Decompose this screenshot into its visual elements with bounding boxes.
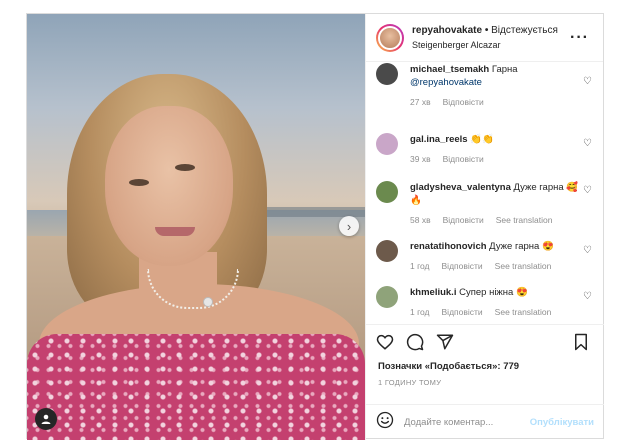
separator-dot: • xyxy=(484,24,489,36)
reply-button[interactable]: Відповісти xyxy=(442,306,483,319)
comment-meta: 27 хв Відповісти xyxy=(410,96,580,109)
comment-item: gal.ina_reels 👏👏 39 хв Відповісти xyxy=(376,133,602,166)
publish-button[interactable]: Опублікувати xyxy=(530,417,594,428)
comment-meta: 1 год Відповісти See translation xyxy=(410,260,580,273)
comment-username[interactable]: renatatihonovich xyxy=(410,241,487,252)
comment-username[interactable]: khmeliuk.i xyxy=(410,287,456,298)
comment-avatar[interactable] xyxy=(376,286,398,308)
author-username[interactable]: repyahovakate xyxy=(412,25,482,36)
comment-text-line: renatatihonovich Дуже гарна 😍 xyxy=(410,240,580,253)
like-comment-button[interactable]: ♡ xyxy=(583,76,592,87)
comment-time: 39 хв xyxy=(410,154,431,164)
tagged-users-button[interactable] xyxy=(35,408,57,430)
like-comment-button[interactable]: ♡ xyxy=(583,185,592,196)
user-tag-icon xyxy=(41,414,51,424)
likes-count[interactable]: Позначки «Подобається»: 779 xyxy=(378,361,519,372)
comment-body: gladysheva_valentyna Дуже гарна 🥰🔥 58 хв… xyxy=(410,181,580,227)
post-card: › repyahovakate • Відстежується Steigenb… xyxy=(26,13,604,440)
comment-time: 58 хв xyxy=(410,215,431,225)
author-line: repyahovakate • Відстежується xyxy=(412,24,558,38)
like-comment-button[interactable]: ♡ xyxy=(583,138,592,149)
emoji-icon[interactable] xyxy=(376,411,394,434)
comment-username[interactable]: gal.ina_reels xyxy=(410,134,468,145)
comment-body: khmeliuk.i Супер ніжна 😍 1 год Відповіст… xyxy=(410,286,580,319)
comment-mention[interactable]: @repyahovakate xyxy=(410,77,482,88)
comment-avatar[interactable] xyxy=(376,133,398,155)
comment-time: 1 год xyxy=(410,261,430,271)
comment-body: renatatihonovich Дуже гарна 😍 1 год Відп… xyxy=(410,240,580,273)
comment-meta: 58 хв Відповісти See translation xyxy=(410,214,580,227)
post-time: 1 ГОДИНУ ТОМУ xyxy=(378,378,442,387)
comment-username[interactable]: michael_tsemakh xyxy=(410,64,489,75)
comment-username[interactable]: gladysheva_valentyna xyxy=(410,182,511,193)
reply-button[interactable]: Відповісти xyxy=(442,260,483,273)
heart-outline-icon: ♡ xyxy=(583,291,592,302)
comment-item: khmeliuk.i Супер ніжна 😍 1 год Відповіст… xyxy=(376,286,602,319)
bookmark-icon[interactable] xyxy=(572,333,590,351)
comment-text-line: gal.ina_reels 👏👏 xyxy=(410,133,580,146)
more-options-button[interactable]: ··· xyxy=(570,29,589,47)
comment-meta: 39 хв Відповісти xyxy=(410,153,580,166)
comment-item: gladysheva_valentyna Дуже гарна 🥰🔥 58 хв… xyxy=(376,181,602,227)
post-photo[interactable]: › xyxy=(27,14,365,440)
comments-list[interactable]: michael_tsemakh Гарна @repyahovakate 27 … xyxy=(366,63,604,321)
location-link[interactable]: Steigenberger Alcazar xyxy=(412,38,558,52)
post-actions xyxy=(366,324,604,354)
comment-avatar[interactable] xyxy=(376,63,398,85)
post-sidebar: repyahovakate • Відстежується Steigenber… xyxy=(365,14,604,440)
heart-outline-icon: ♡ xyxy=(583,138,592,149)
photo-face xyxy=(105,106,233,266)
author-info: repyahovakate • Відстежується Steigenber… xyxy=(412,24,558,52)
like-comment-button[interactable]: ♡ xyxy=(583,291,592,302)
comment-text: Супер ніжна 😍 xyxy=(456,287,528,298)
heart-outline-icon: ♡ xyxy=(583,185,592,196)
comment-time: 1 год xyxy=(410,307,430,317)
comment-item: renatatihonovich Дуже гарна 😍 1 год Відп… xyxy=(376,240,602,273)
photo-floral-top xyxy=(27,334,365,440)
photo-pendant xyxy=(203,297,213,307)
comment-icon[interactable] xyxy=(406,333,424,351)
see-translation-button[interactable]: See translation xyxy=(496,214,553,227)
comment-avatar[interactable] xyxy=(376,181,398,203)
comment-text-line: michael_tsemakh Гарна @repyahovakate xyxy=(410,63,580,89)
photo-eye-right xyxy=(175,164,195,171)
more-horizontal-icon: ··· xyxy=(570,29,589,46)
comment-input[interactable]: Додайте коментар... xyxy=(404,417,530,428)
comment-body: gal.ina_reels 👏👏 39 хв Відповісти xyxy=(410,133,580,166)
like-comment-button[interactable]: ♡ xyxy=(583,245,592,256)
photo-mouth xyxy=(155,227,195,236)
add-comment-bar: Додайте коментар... Опублікувати xyxy=(366,404,604,440)
reply-button[interactable]: Відповісти xyxy=(443,214,484,227)
comment-time: 27 хв xyxy=(410,97,431,107)
follow-status-button[interactable]: Відстежується xyxy=(491,25,558,36)
comment-body: michael_tsemakh Гарна @repyahovakate 27 … xyxy=(410,63,580,109)
comment-avatar[interactable] xyxy=(376,240,398,262)
see-translation-button[interactable]: See translation xyxy=(495,306,552,319)
next-photo-button[interactable]: › xyxy=(339,216,359,236)
comment-text: Дуже гарна 😍 xyxy=(486,241,554,252)
comment-text-line: gladysheva_valentyna Дуже гарна 🥰🔥 xyxy=(410,181,580,207)
avatar-image xyxy=(378,25,402,50)
comment-text: 👏👏 xyxy=(467,134,494,145)
share-icon[interactable] xyxy=(436,333,454,351)
comment-text-line: khmeliuk.i Супер ніжна 😍 xyxy=(410,286,580,299)
heart-outline-icon: ♡ xyxy=(583,76,592,87)
reply-button[interactable]: Відповісти xyxy=(443,153,484,166)
see-translation-button[interactable]: See translation xyxy=(495,260,552,273)
comment-meta: 1 год Відповісти See translation xyxy=(410,306,580,319)
comment-item: michael_tsemakh Гарна @repyahovakate 27 … xyxy=(376,63,602,109)
reply-button[interactable]: Відповісти xyxy=(443,96,484,109)
comment-text: Гарна xyxy=(489,64,518,75)
heart-outline-icon: ♡ xyxy=(583,245,592,256)
heart-icon[interactable] xyxy=(376,333,394,351)
photo-eye-left xyxy=(129,179,149,186)
post-header: repyahovakate • Відстежується Steigenber… xyxy=(366,14,603,62)
author-avatar[interactable] xyxy=(376,23,404,52)
chevron-right-icon: › xyxy=(346,218,352,234)
